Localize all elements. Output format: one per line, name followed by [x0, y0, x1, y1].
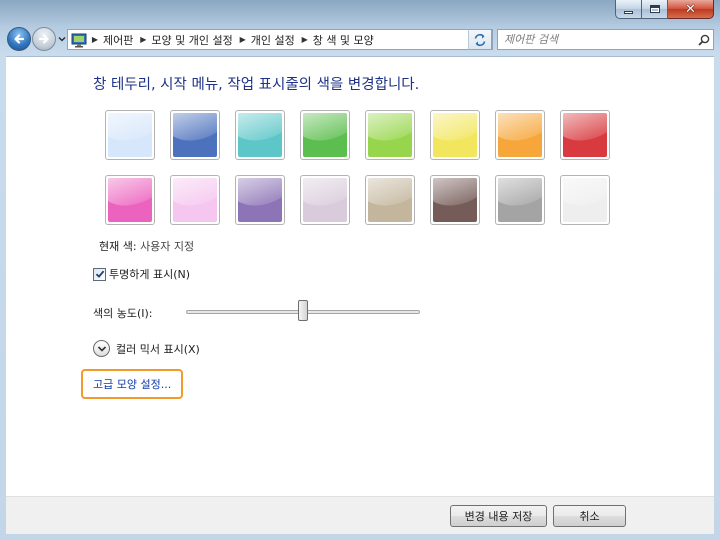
color-swatch-fill	[368, 113, 412, 157]
content-area: 창 테두리, 시작 메뉴, 작업 표시줄의 색을 변경합니다. 현재 색: 사용…	[6, 56, 714, 496]
color-swatch-fill	[173, 113, 217, 157]
breadcrumb-separator-icon[interactable]: ▶	[237, 35, 249, 44]
color-swatch[interactable]	[430, 175, 480, 225]
expand-button[interactable]	[93, 340, 110, 357]
color-mixer-toggle-row[interactable]: 컬러 믹서 표시(X)	[93, 340, 200, 357]
color-swatch[interactable]	[300, 175, 350, 225]
transparency-option[interactable]: 투명하게 표시(N)	[93, 266, 190, 282]
current-color-label: 현재 색:	[99, 240, 137, 253]
breadcrumb: ▶ 제어판 ▶ 모양 및 개인 설정 ▶ 개인 설정 ▶ 창 색 및 모양	[89, 32, 476, 48]
caption-buttons: ✕	[615, 0, 714, 20]
save-changes-button[interactable]: 변경 내용 저장	[450, 505, 547, 527]
color-mixer-label: 컬러 믹서 표시(X)	[116, 342, 200, 356]
color-swatch[interactable]	[560, 175, 610, 225]
current-color-value: 사용자 지정	[140, 240, 195, 253]
transparency-checkbox[interactable]	[93, 267, 106, 281]
chevron-down-icon	[97, 345, 106, 352]
current-color-text: 현재 색: 사용자 지정	[99, 238, 194, 254]
color-swatch[interactable]	[495, 175, 545, 225]
color-swatch[interactable]	[170, 175, 220, 225]
breadcrumb-separator-icon[interactable]: ▶	[137, 35, 149, 44]
page-title: 창 테두리, 시작 메뉴, 작업 표시줄의 색을 변경합니다.	[93, 77, 420, 93]
color-swatch-fill	[433, 113, 477, 157]
color-swatch[interactable]	[365, 110, 415, 160]
refresh-button[interactable]	[468, 29, 492, 50]
color-swatch[interactable]	[430, 110, 480, 160]
minimize-button[interactable]	[615, 0, 642, 19]
search-icon	[698, 34, 710, 46]
checkmark-icon	[95, 270, 104, 278]
breadcrumb-separator-icon[interactable]: ▶	[89, 35, 101, 44]
advanced-appearance-settings-link[interactable]: 고급 모양 설정...	[81, 369, 184, 399]
color-intensity-label: 색의 농도(I):	[93, 307, 153, 320]
transparency-label: 투명하게 표시(N)	[109, 268, 191, 281]
color-swatch[interactable]	[105, 175, 155, 225]
color-swatch[interactable]	[105, 110, 155, 160]
color-swatch[interactable]	[300, 110, 350, 160]
close-icon: ✕	[685, 1, 696, 17]
window: ✕ ▶ 제어판 ▶ 모양 및 개인 설정 ▶ 개인 설정 ▶ 창 색 및 모양	[0, 0, 720, 540]
color-swatch[interactable]	[495, 110, 545, 160]
refresh-icon	[474, 33, 486, 46]
cancel-button[interactable]: 취소	[553, 505, 626, 527]
forward-button[interactable]	[32, 27, 56, 51]
color-swatch-fill	[173, 178, 217, 222]
color-swatch-fill	[498, 113, 542, 157]
color-swatch-fill	[433, 178, 477, 222]
color-swatch-fill	[108, 178, 152, 222]
color-swatch[interactable]	[235, 175, 285, 225]
search-button[interactable]	[695, 30, 713, 49]
arrow-right-icon	[38, 34, 49, 44]
color-swatch[interactable]	[235, 110, 285, 160]
breadcrumb-window-color[interactable]: 창 색 및 모양	[311, 32, 378, 48]
color-swatch[interactable]	[560, 110, 610, 160]
search-input[interactable]	[498, 30, 695, 49]
close-button[interactable]: ✕	[668, 0, 714, 19]
breadcrumb-control-panel[interactable]: 제어판	[101, 32, 137, 48]
color-swatch-fill	[238, 178, 282, 222]
recent-pages-dropdown-icon[interactable]	[58, 36, 66, 42]
control-panel-icon	[71, 33, 87, 47]
breadcrumb-separator-icon[interactable]: ▶	[299, 35, 311, 44]
color-swatch-fill	[368, 178, 412, 222]
minimize-icon	[624, 10, 633, 14]
arrow-left-icon	[14, 34, 25, 44]
address-bar[interactable]: ▶ 제어판 ▶ 모양 및 개인 설정 ▶ 개인 설정 ▶ 창 색 및 모양	[67, 29, 493, 50]
color-swatch-fill	[498, 178, 542, 222]
maximize-button[interactable]	[642, 0, 668, 19]
breadcrumb-personalization[interactable]: 개인 설정	[249, 32, 299, 48]
color-swatch-fill	[563, 113, 607, 157]
footer-bar: 변경 내용 저장 취소	[6, 496, 714, 534]
color-swatch-fill	[108, 113, 152, 157]
color-swatch-fill	[238, 113, 282, 157]
search-box	[497, 29, 714, 50]
color-swatch-fill	[303, 113, 347, 157]
color-swatch[interactable]	[170, 110, 220, 160]
color-swatch-fill	[563, 178, 607, 222]
breadcrumb-appearance[interactable]: 모양 및 개인 설정	[149, 32, 236, 48]
maximize-icon	[649, 5, 660, 13]
color-swatch-fill	[303, 178, 347, 222]
back-button[interactable]	[7, 27, 31, 51]
color-swatch[interactable]	[365, 175, 415, 225]
color-intensity-slider-thumb[interactable]	[298, 300, 308, 321]
